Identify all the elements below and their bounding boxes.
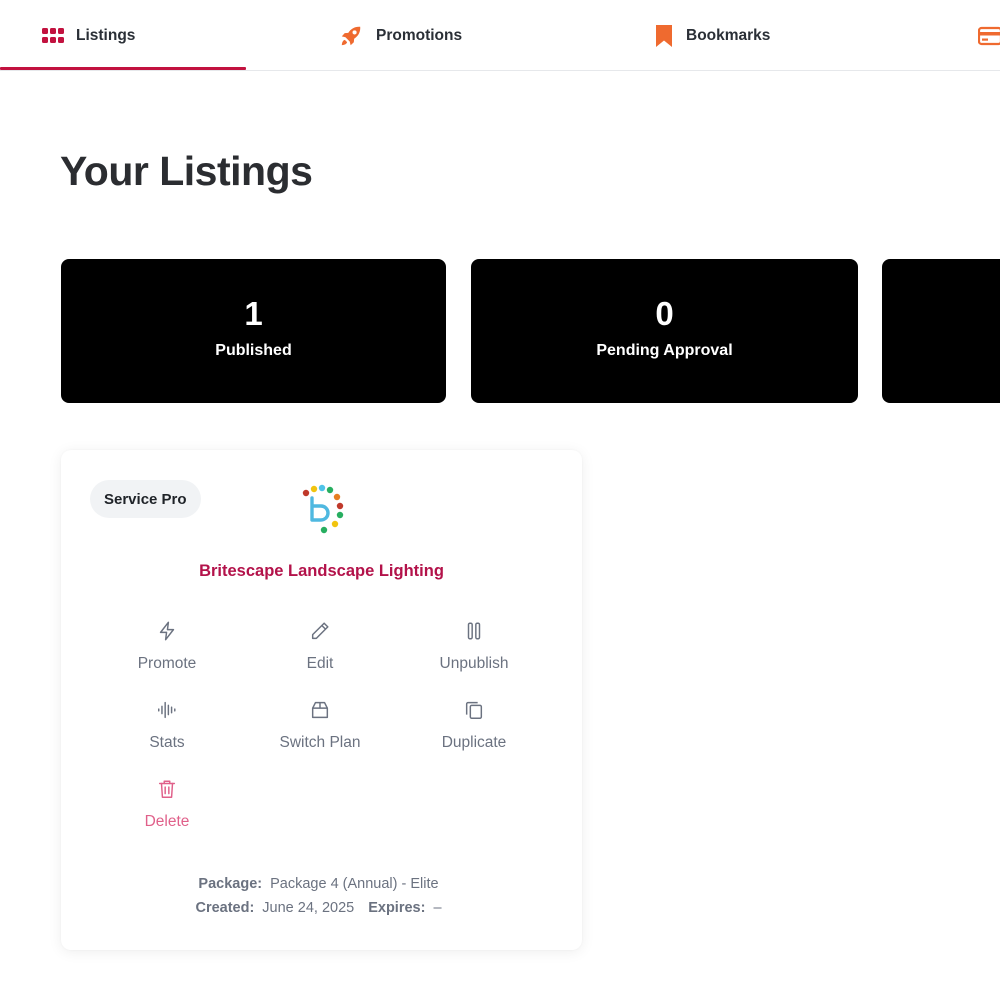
dates-info: Created: June 24, 2025 Expires: – [61,900,582,916]
listing-card: Service Pro Britescape Landscape Lightin… [61,450,582,950]
promote-action[interactable]: Promote [107,620,227,673]
stat-label: Pending Approval [596,341,733,359]
delete-action[interactable]: Delete [107,778,227,831]
tab-billing[interactable] [978,0,1000,71]
sound-wave-icon [156,699,178,721]
created-value: June 24, 2025 [262,900,355,916]
page-title: Your Listings [60,148,313,194]
listing-name[interactable]: Britescape Landscape Lighting [61,562,582,581]
stat-value: 0 [655,294,674,332]
switch-plan-action[interactable]: Switch Plan [260,699,380,752]
tab-listings[interactable]: Listings [42,0,135,71]
package-value: Package 4 (Annual) - Elite [270,876,439,892]
stat-value: 1 [244,294,263,332]
pause-icon [463,620,485,642]
stats-label: Stats [149,734,185,751]
tab-bookmarks-label: Bookmarks [686,26,771,44]
delete-label: Delete [144,813,190,830]
edit-action[interactable]: Edit [260,620,380,673]
duplicate-label: Duplicate [441,734,507,751]
edit-label: Edit [306,655,334,672]
listing-logo [297,484,347,538]
switch-plan-label: Switch Plan [279,734,361,751]
copy-icon [463,699,485,721]
stat-card-pending: 0 Pending Approval [471,259,858,403]
dashboard-page: Listings Promotions Bookmarks Your Listi… [0,0,1000,1000]
lightning-icon [156,620,178,642]
tab-listings-label: Listings [76,26,136,44]
active-tab-indicator [0,67,246,70]
package-label: Package: [198,876,263,892]
stat-card-partial [882,259,1000,403]
rocket-icon [338,23,364,49]
promote-label: Promote [137,655,197,672]
plan-badge: Service Pro [90,480,201,518]
bookmark-icon [654,24,674,48]
expires-label: Expires: [368,900,426,916]
duplicate-action[interactable]: Duplicate [414,699,534,752]
created-label: Created: [195,900,255,916]
unpublish-action[interactable]: Unpublish [414,620,534,673]
credit-card-icon [978,26,1000,46]
tab-promotions-label: Promotions [376,26,463,44]
stat-label: Published [215,341,292,359]
unpublish-label: Unpublish [439,655,509,672]
tab-bar: Listings Promotions Bookmarks [0,0,1000,71]
tab-promotions[interactable]: Promotions [338,0,462,71]
tab-bookmarks[interactable]: Bookmarks [654,0,770,71]
trash-icon [156,778,178,800]
stat-card-published: 1 Published [61,259,446,403]
box-icon [309,699,331,721]
grid-icon [42,27,64,44]
expires-value: – [433,900,442,916]
pencil-icon [309,620,331,642]
package-info: Package: Package 4 (Annual) - Elite [61,876,582,892]
stats-action[interactable]: Stats [107,699,227,752]
